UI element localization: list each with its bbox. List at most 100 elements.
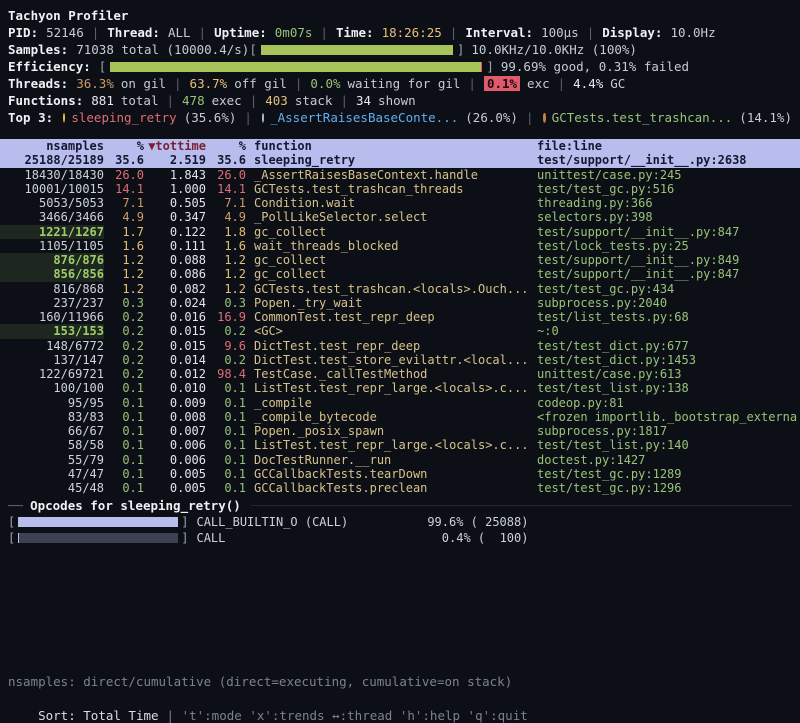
table-row[interactable]: 58/580.10.0060.1ListTest.test_repr_large… [0,438,800,452]
separator: | [174,76,182,91]
cumulative-pct-cell: 0.2 [206,324,246,338]
nsamples-cell: 10001/10015 [0,182,104,196]
table-row[interactable]: 1221/12671.70.1221.8gc_collecttest/suppo… [0,225,800,239]
table-row[interactable]: 876/8761.20.0881.2gc_collecttest/support… [0,253,800,267]
cumulative-pct-cell: 0.1 [206,453,246,467]
file-line-cell: test/list_tests.py:68 [529,310,800,324]
cumulative-pct-cell: 0.2 [206,353,246,367]
table-row[interactable]: 45/480.10.0050.1GCCallbackTests.preclean… [0,481,800,495]
column-header-function[interactable]: function [246,139,529,153]
cumulative-pct-cell: 0.1 [206,438,246,452]
opcode-row: [] CALL 0.4% ( 100) [0,530,800,546]
function-cell: _AssertRaisesBaseContext.handle [246,168,529,182]
pid-label: PID: [8,25,38,40]
separator-dashes: ── [8,498,23,513]
gc-pct: 4.4% [573,76,603,91]
file-line-cell: test/test_gc.py:516 [529,182,800,196]
nsamples-cell: 95/95 [0,396,104,410]
opcodes-title: Opcodes for sleeping_retry() [30,498,241,513]
nsamples-cell: 1105/1105 [0,239,104,253]
table-row[interactable]: 18430/1843026.01.84326.0_AssertRaisesBas… [0,168,800,182]
app-title-line: Tachyon Profiler [0,7,800,24]
column-header-cumulative-pct[interactable]: % [206,139,246,153]
interval-label: Interval: [465,25,533,40]
functions-exec: 478 [182,93,205,108]
samples-total: 71038 total (10000.4/s) [76,42,249,57]
time-label: Time: [336,25,374,40]
column-header-nsamples[interactable]: nsamples [0,139,104,153]
function-cell: GCCallbackTests.preclean [246,481,529,495]
table-row[interactable]: 160/119660.20.01616.9CommonTest.test_rep… [0,310,800,324]
left-bracket: [ [8,515,15,529]
column-header-direct-pct[interactable]: % [104,139,144,153]
efficiency-line: Efficiency: [] 99.69% good, 0.31% failed [0,58,800,75]
table-row[interactable]: 137/1470.20.0140.2DictTest.test_store_ev… [0,353,800,367]
direct-pct-cell: 0.1 [104,438,144,452]
samples-rate-bar-fill [261,45,453,55]
nsamples-cell: 100/100 [0,381,104,395]
nsamples-cell: 45/48 [0,481,104,495]
threads-label: Threads: [8,76,68,91]
table-row[interactable]: 148/67720.20.0159.6DictTest.test_repr_de… [0,339,800,353]
function-cell: Popen._try_wait [246,296,529,310]
table-row[interactable]: 100/1000.10.0100.1ListTest.test_repr_lar… [0,381,800,395]
efficiency-summary: 99.69% good, 0.31% failed [501,59,689,74]
function-cell: Condition.wait [246,196,529,210]
tottime-cell: 0.082 [144,282,206,296]
threads-line: Threads: 36.3%on gil | 63.7%off gil | 0.… [0,75,800,92]
table-row[interactable]: 1105/11051.60.1111.6wait_threads_blocked… [0,239,800,253]
file-line-cell: <frozen importlib._bootstrap_externa [529,410,800,424]
cumulative-pct-cell: 35.6 [206,153,246,167]
top3-item-1-pct: (35.6%) [184,110,237,125]
tottime-cell: 0.086 [144,267,206,281]
table-row[interactable]: 856/8561.20.0861.2gc_collecttest/support… [0,267,800,281]
table-row[interactable]: 237/2370.30.0240.3Popen._try_waitsubproc… [0,296,800,310]
table-row[interactable]: 66/670.10.0070.1Popen._posix_spawnsubpro… [0,424,800,438]
footer: nsamples: direct/cumulative (direct=exec… [0,673,800,723]
separator: | [320,25,328,40]
table-row[interactable]: 153/1530.20.0150.2<GC>~:0 [0,324,800,338]
efficiency-bar-good-fill [110,62,481,72]
waiting-gil-suffix: waiting for gil [348,76,461,91]
cumulative-pct-cell: 98.4 [206,367,246,381]
column-header-file-line[interactable]: file:line [529,139,800,153]
table-row[interactable]: 83/830.10.0080.1_compile_bytecode<frozen… [0,410,800,424]
opcode-bar [18,533,178,543]
table-row[interactable]: 47/470.10.0050.1GCCallbackTests.tearDown… [0,467,800,481]
direct-pct-cell: 0.1 [104,410,144,424]
functions-shown-suffix: shown [378,93,416,108]
nsamples-cell: 83/83 [0,410,104,424]
direct-pct-cell: 0.1 [104,467,144,481]
file-line-cell: test/test_gc.py:434 [529,282,800,296]
right-bracket: ] [457,42,465,57]
functions-exec-suffix: exec [212,93,242,108]
thread-label: Thread: [107,25,160,40]
cumulative-pct-cell: 1.8 [206,225,246,239]
gold-medal-icon [63,113,65,122]
file-line-cell: doctest.py:1427 [529,453,800,467]
table-row[interactable]: 122/697210.20.01298.4TestCase._callTestM… [0,367,800,381]
file-line-cell: selectors.py:398 [529,210,800,224]
table-row[interactable]: 25188/2518935.62.51935.6sleeping_retryte… [0,153,800,167]
table-row[interactable]: 10001/1001514.11.00014.1GCTests.test_tra… [0,182,800,196]
efficiency-bar-failed-fill [481,62,482,72]
table-row[interactable]: 95/950.10.0090.1_compilecodeop.py:81 [0,396,800,410]
file-line-cell: test/test_dict.py:677 [529,339,800,353]
table-row[interactable]: 3466/34664.90.3474.9_PollLikeSelector.se… [0,210,800,224]
cumulative-pct-cell: 0.3 [206,296,246,310]
cumulative-pct-cell: 1.2 [206,282,246,296]
thread-value: ALL [168,25,191,40]
function-cell: _compile_bytecode [246,410,529,424]
table-row[interactable]: 55/790.10.0060.1DocTestRunner.__rundocte… [0,453,800,467]
function-cell: _PollLikeSelector.select [246,210,529,224]
function-cell: Popen._posix_spawn [246,424,529,438]
time-value: 18:26:25 [382,25,442,40]
top3-label: Top 3: [8,110,53,125]
separator: | [166,93,174,108]
top3-item-2-name: _AssertRaisesBaseConte... [270,110,458,125]
table-row[interactable]: 5053/50537.10.5057.1Condition.waitthread… [0,196,800,210]
column-header-tottime-sorted[interactable]: ▼tottime [144,139,206,153]
table-row[interactable]: 816/8681.20.0821.2GCTests.test_trashcan.… [0,282,800,296]
file-line-cell: ~:0 [529,324,800,338]
cumulative-pct-cell: 1.2 [206,267,246,281]
